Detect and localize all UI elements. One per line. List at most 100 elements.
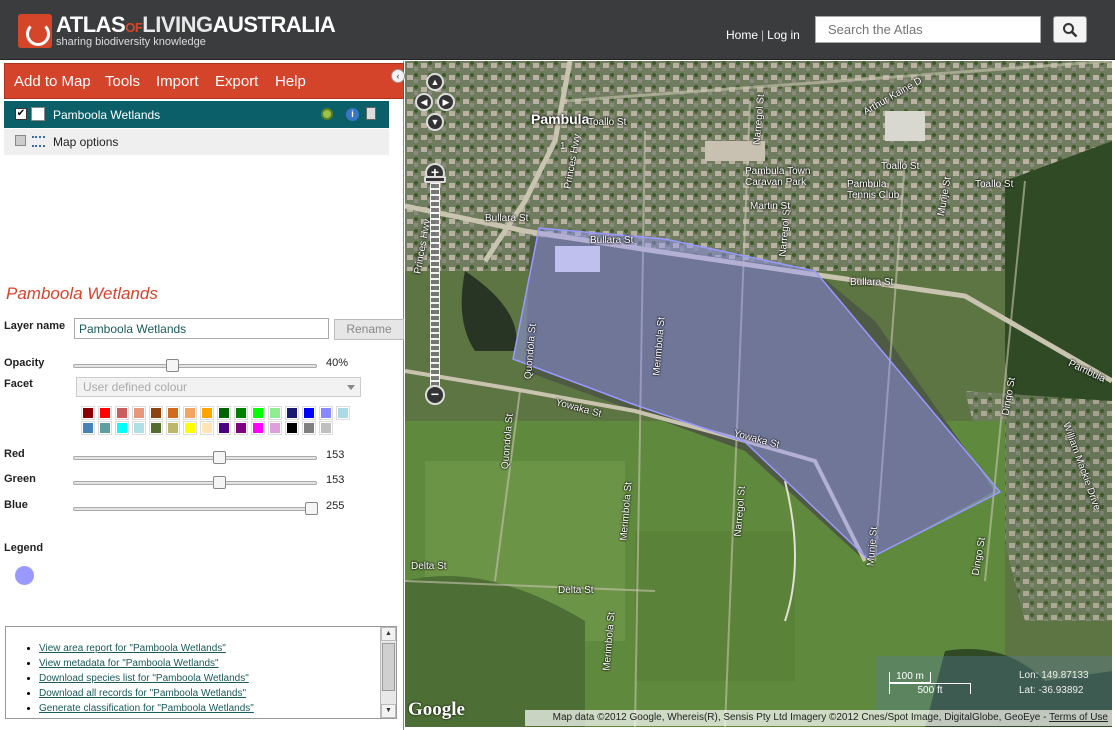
red-slider-thumb[interactable] [213,451,226,464]
color-swatch[interactable] [217,421,231,435]
layer-item-map-options[interactable]: Map options [4,129,389,155]
legend-label: Legend [4,542,44,554]
street-label: Toallo St [588,117,627,128]
info-icon[interactable]: i [346,108,359,121]
blue-slider[interactable] [73,502,318,515]
chevron-left-icon[interactable]: ‹ [391,69,405,83]
place-label-tennis-club: Pambula Tennis Club [847,179,900,201]
color-swatch[interactable] [132,406,146,420]
longitude-value: Lon: 149.87133 [1019,670,1089,681]
download-species-list-link[interactable]: Download species list for "Pamboola Wetl… [39,673,249,684]
color-swatch[interactable] [285,406,299,420]
color-swatch[interactable] [98,406,112,420]
zoom-to-layer-icon[interactable] [321,108,333,120]
color-swatch[interactable] [302,406,316,420]
color-swatch[interactable] [115,406,129,420]
pan-right-icon[interactable]: ▶ [437,93,455,111]
layer-actions-box: View area report for "Pamboola Wetlands"… [5,626,397,719]
search-button[interactable] [1053,16,1087,43]
color-swatch[interactable] [251,421,265,435]
red-slider[interactable] [73,451,317,464]
pan-left-icon[interactable]: ◀ [415,93,433,111]
color-swatch[interactable] [251,406,265,420]
generate-classification-link[interactable]: Generate classification for "Pamboola We… [39,703,254,714]
street-label: Toallo St [881,161,920,172]
layer-visible-checkbox[interactable]: ✔ [15,108,27,120]
color-swatch[interactable] [217,406,231,420]
color-swatch[interactable] [183,406,197,420]
pan-down-icon[interactable]: ▼ [426,113,444,131]
ala-logo-icon [18,14,52,48]
pan-up-icon[interactable]: ▲ [426,73,444,91]
color-swatch[interactable] [234,421,248,435]
menu-help[interactable]: Help [275,73,306,90]
ala-logo[interactable]: ATLASOFLIVINGAUSTRALIA sharing biodivers… [18,14,336,48]
login-link[interactable]: Log in [767,28,800,42]
opacity-label: Opacity [4,357,45,369]
scale-bar: 100 m 500 ft [883,668,973,696]
google-logo[interactable]: Google [408,699,465,721]
red-label: Red [4,448,25,460]
color-swatch[interactable] [336,406,350,420]
color-swatch[interactable] [149,421,163,435]
view-area-report-link[interactable]: View area report for "Pamboola Wetlands" [39,643,226,654]
map-options-checkbox[interactable] [15,135,26,146]
search-input[interactable] [815,16,1041,43]
street-label: Bullara St [485,213,529,224]
download-all-records-link[interactable]: Download all records for "Pamboola Wetla… [39,688,246,699]
layer-item-pamboola-wetlands[interactable]: ✔ Pamboola Wetlands i [4,101,389,128]
blue-slider-thumb[interactable] [305,502,318,515]
layer-name-input[interactable] [74,318,329,339]
color-swatch[interactable] [302,421,316,435]
view-metadata-link[interactable]: View metadata for "Pamboola Wetlands" [39,658,219,669]
blue-value: 255 [326,500,345,512]
coordinate-readout: Lon: 149.87133 Lat: -36.93892 [1019,668,1089,698]
color-swatch[interactable] [132,421,146,435]
trash-icon[interactable] [366,107,376,120]
header-separator: | [761,28,765,42]
facet-select[interactable]: User defined colour [76,377,361,397]
scrollbar-thumb[interactable] [382,643,395,691]
terms-of-use-link[interactable]: Terms of Use [1049,712,1108,723]
home-link[interactable]: Home [726,28,758,42]
highway-shield: 1 [560,141,566,152]
scroll-up-icon[interactable]: ▲ [381,627,396,641]
street-label: Toallo St [975,179,1014,190]
menu-add-to-map[interactable]: Add to Map [14,73,91,90]
layer-name-label: Layer name [4,320,66,332]
magnifier-icon [1063,22,1078,37]
color-swatch[interactable] [115,421,129,435]
color-swatch[interactable] [166,421,180,435]
color-swatch[interactable] [200,421,214,435]
color-swatch[interactable] [319,421,333,435]
color-swatch[interactable] [319,406,333,420]
color-swatch[interactable] [268,421,282,435]
color-swatch[interactable] [183,421,197,435]
green-slider[interactable] [73,476,317,489]
opacity-slider[interactable] [73,359,317,372]
zoom-slider-handle[interactable] [424,176,446,183]
scroll-down-icon[interactable]: ▼ [381,704,396,718]
links-scrollbar[interactable]: ▲ ▼ [380,627,396,718]
color-swatch[interactable] [149,406,163,420]
menu-tools[interactable]: Tools [105,73,140,90]
color-swatch[interactable] [166,406,180,420]
green-slider-thumb[interactable] [213,476,226,489]
zoom-out-icon[interactable]: − [425,385,445,405]
facet-label: Facet [4,378,33,390]
color-swatch[interactable] [234,406,248,420]
color-swatch[interactable] [98,421,112,435]
layer-title: Pamboola Wetlands [6,284,158,303]
menu-export[interactable]: Export [215,73,258,90]
color-swatch[interactable] [81,421,95,435]
map-view[interactable]: Pambula Toallo St Toallo St Toallo St Bu… [405,61,1112,727]
color-swatch[interactable] [200,406,214,420]
list-item: Download all records for "Pamboola Wetla… [39,688,254,699]
rename-button[interactable]: Rename [334,319,404,340]
color-swatch[interactable] [81,406,95,420]
color-swatch[interactable] [268,406,282,420]
menu-import[interactable]: Import [156,73,199,90]
opacity-slider-thumb[interactable] [166,359,179,372]
color-swatch[interactable] [285,421,299,435]
zoom-slider[interactable] [430,181,440,391]
